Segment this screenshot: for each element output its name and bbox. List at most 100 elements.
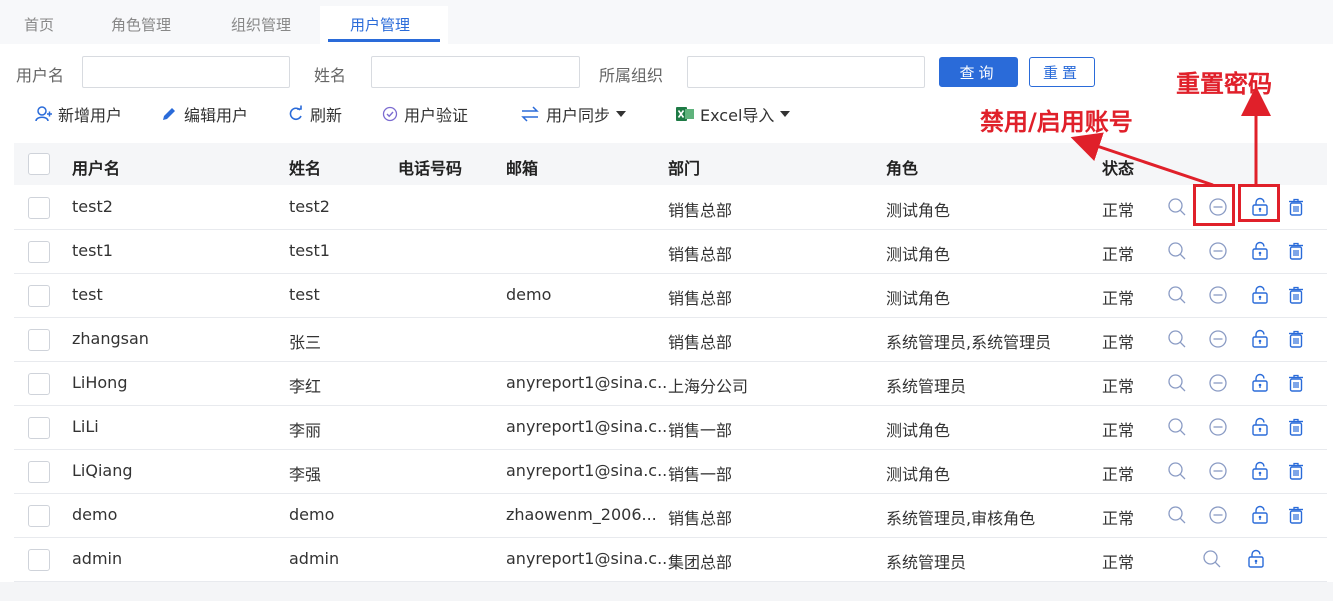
name-input[interactable]	[371, 56, 580, 88]
add-user-icon	[34, 105, 52, 123]
org-label: 所属组织	[599, 66, 664, 85]
delete-user-button[interactable]	[1286, 285, 1306, 309]
column-header-department[interactable]: 部门	[668, 155, 700, 179]
disable-user-button[interactable]	[1208, 461, 1228, 485]
cell-name: demo	[289, 505, 335, 524]
column-header-name[interactable]: 姓名	[289, 155, 321, 179]
tab-home[interactable]: 首页	[24, 14, 54, 35]
search-icon	[1168, 286, 1186, 304]
tab-org-management[interactable]: 组织管理	[231, 14, 291, 35]
cell-status: 正常	[1102, 377, 1135, 396]
reset-password-button[interactable]	[1250, 461, 1270, 485]
reset-password-button[interactable]	[1250, 373, 1270, 397]
unlock-icon	[1252, 241, 1268, 260]
excel-icon	[676, 106, 694, 122]
view-user-button[interactable]	[1167, 505, 1187, 529]
pencil-icon	[160, 105, 178, 123]
caret-down-icon	[616, 110, 627, 118]
row-checkbox[interactable]	[28, 241, 50, 263]
delete-user-button[interactable]	[1286, 329, 1306, 353]
cell-name: test2	[289, 197, 330, 216]
unlock-icon	[1252, 505, 1268, 524]
cell-department: 销售一部	[668, 465, 733, 484]
view-user-button[interactable]	[1167, 417, 1187, 441]
delete-icon	[1289, 330, 1303, 348]
horizontal-scrollbar[interactable]	[0, 582, 1333, 601]
tab-user-management[interactable]: 用户管理	[350, 14, 410, 35]
disable-icon	[1209, 462, 1227, 480]
cell-email: anyreport1@sina.c...	[506, 461, 668, 480]
row-checkbox[interactable]	[28, 461, 50, 483]
disable-user-button[interactable]	[1208, 241, 1228, 265]
cell-department: 销售总部	[668, 245, 733, 264]
row-checkbox[interactable]	[28, 285, 50, 307]
org-input[interactable]	[687, 56, 925, 88]
row-checkbox[interactable]	[28, 549, 50, 571]
cell-role: 测试角色	[886, 421, 951, 440]
reset-password-button[interactable]	[1250, 417, 1270, 441]
add-user-label: 新增用户	[58, 106, 123, 125]
disable-user-button[interactable]	[1208, 417, 1228, 441]
edit-user-button[interactable]: 编辑用户	[160, 102, 248, 126]
disable-icon	[1209, 286, 1227, 304]
view-user-button[interactable]	[1167, 329, 1187, 353]
cell-username: test2	[72, 197, 113, 216]
sync-user-button[interactable]: 用户同步	[520, 102, 627, 126]
unlock-icon	[1252, 285, 1268, 304]
column-header-status[interactable]: 状态	[1102, 155, 1134, 179]
reset-button[interactable]: 重置	[1029, 57, 1095, 87]
cell-role: 测试角色	[886, 245, 951, 264]
cell-name: admin	[289, 549, 340, 568]
delete-user-button[interactable]	[1286, 241, 1306, 265]
delete-user-button[interactable]	[1286, 505, 1306, 529]
column-header-phone[interactable]: 电话号码	[398, 155, 462, 179]
view-user-button[interactable]	[1167, 197, 1187, 221]
view-user-button[interactable]	[1167, 285, 1187, 309]
row-checkbox[interactable]	[28, 329, 50, 351]
disable-icon	[1209, 242, 1227, 260]
delete-user-button[interactable]	[1286, 373, 1306, 397]
column-header-role[interactable]: 角色	[886, 155, 918, 179]
column-header-email[interactable]: 邮箱	[506, 155, 538, 179]
disable-user-button[interactable]	[1208, 285, 1228, 309]
row-checkbox[interactable]	[28, 505, 50, 527]
tab-role-management[interactable]: 角色管理	[111, 14, 171, 35]
column-header-username[interactable]: 用户名	[72, 155, 120, 179]
verify-user-button[interactable]: 用户验证	[382, 102, 468, 126]
view-user-button[interactable]	[1167, 241, 1187, 265]
reset-password-button[interactable]	[1250, 329, 1270, 353]
annotation-reset-password: 重置密码	[1176, 70, 1272, 98]
cell-email: anyreport1@sina.c...	[506, 417, 668, 436]
refresh-button[interactable]: 刷新	[288, 102, 342, 126]
cell-department: 销售总部	[668, 201, 733, 220]
view-user-button[interactable]	[1202, 549, 1222, 573]
view-user-button[interactable]	[1167, 461, 1187, 485]
delete-user-button[interactable]	[1286, 461, 1306, 485]
select-all-checkbox[interactable]	[28, 153, 50, 175]
disable-user-button[interactable]	[1208, 329, 1228, 353]
delete-icon	[1289, 418, 1303, 436]
reset-password-button[interactable]	[1250, 241, 1270, 265]
disable-user-button[interactable]	[1208, 373, 1228, 397]
reset-password-button[interactable]	[1250, 285, 1270, 309]
search-icon	[1168, 198, 1186, 216]
row-checkbox[interactable]	[28, 373, 50, 395]
excel-import-button[interactable]: Excel导入	[676, 102, 791, 126]
reset-password-button[interactable]	[1250, 505, 1270, 529]
cell-username: test	[72, 285, 103, 304]
delete-user-button[interactable]	[1286, 417, 1306, 441]
refresh-label: 刷新	[310, 106, 343, 125]
sync-arrows-icon	[520, 105, 540, 123]
disable-user-button[interactable]	[1208, 505, 1228, 529]
add-user-button[interactable]: 新增用户	[34, 102, 122, 126]
delete-user-button[interactable]	[1286, 197, 1306, 221]
query-button[interactable]: 查询	[939, 57, 1018, 87]
row-checkbox[interactable]	[28, 197, 50, 219]
unlock-icon	[1252, 417, 1268, 436]
cell-status: 正常	[1102, 553, 1135, 572]
username-input[interactable]	[82, 56, 290, 88]
cell-department: 销售一部	[668, 421, 733, 440]
row-checkbox[interactable]	[28, 417, 50, 439]
reset-password-button[interactable]	[1246, 549, 1266, 573]
view-user-button[interactable]	[1167, 373, 1187, 397]
